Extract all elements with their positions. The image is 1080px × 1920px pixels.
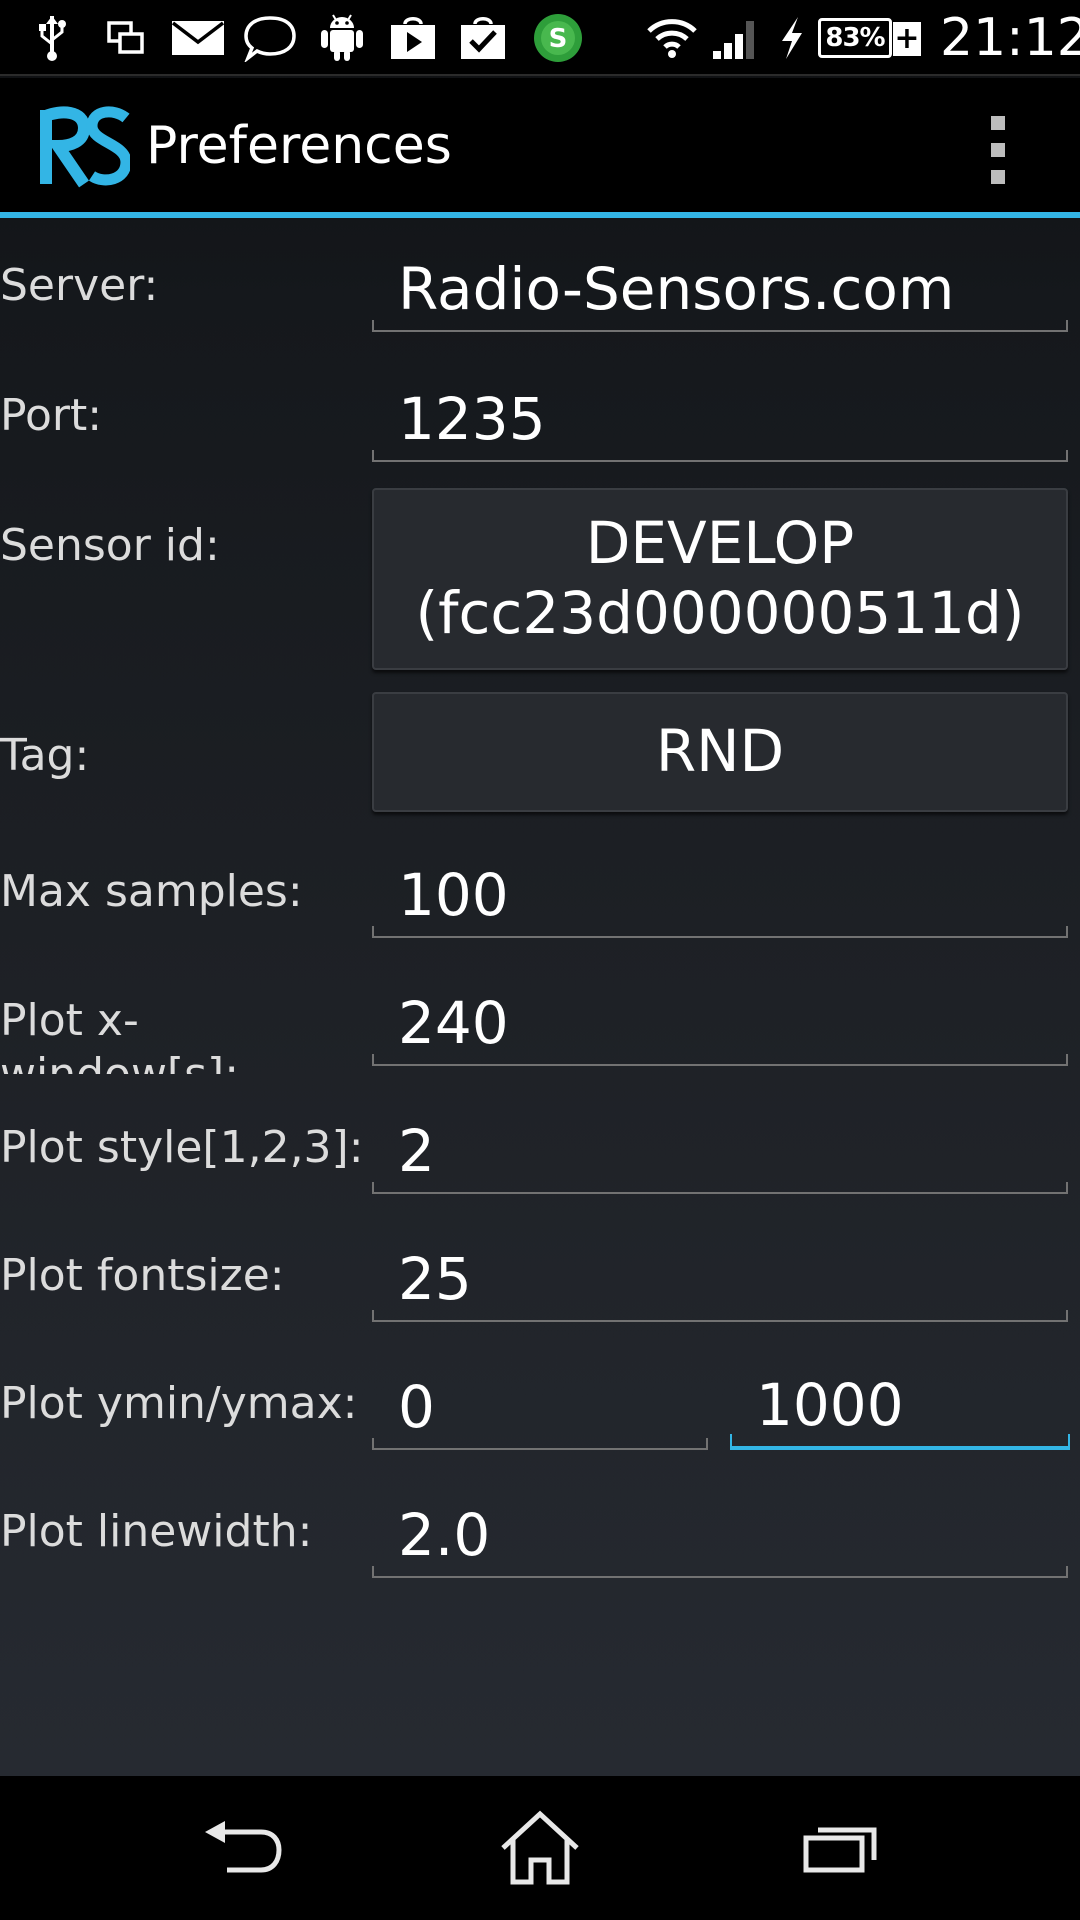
tag-value: RND — [655, 717, 785, 786]
overflow-dot — [991, 170, 1005, 184]
home-icon — [501, 1810, 579, 1885]
sensor-id-button[interactable]: DEVELOP (fcc23d000000511d) — [372, 488, 1068, 670]
action-bar-divider — [0, 212, 1080, 218]
plot-ymin-value: 0 — [398, 1373, 435, 1442]
plot-x-window-input[interactable]: 240 — [372, 984, 1068, 1066]
green-s-app-icon: S — [530, 12, 586, 64]
plot-ymin-ymax-label: Plot ymin/ymax: — [0, 1378, 358, 1429]
navigation-bar — [0, 1776, 1080, 1920]
tag-label: Tag: — [0, 730, 90, 781]
plot-fontsize-value: 25 — [398, 1245, 472, 1314]
action-bar: Preferences — [0, 78, 1080, 214]
port-value: 1235 — [398, 385, 546, 454]
plot-fontsize-label: Plot fontsize: — [0, 1250, 285, 1301]
play-store-icon — [388, 12, 438, 64]
plot-linewidth-label: Plot linewidth: — [0, 1506, 313, 1557]
battery-icon: 83% — [818, 18, 892, 58]
plot-style-input[interactable]: 2 — [372, 1112, 1068, 1194]
plot-linewidth-value: 2.0 — [398, 1501, 491, 1570]
max-samples-label: Max samples: — [0, 866, 303, 917]
overflow-dot — [991, 143, 1005, 157]
task-check-icon — [458, 12, 508, 64]
back-icon — [205, 1821, 282, 1873]
usb-icon — [34, 12, 70, 64]
overflow-menu-button[interactable] — [978, 114, 1018, 186]
max-samples-input[interactable]: 100 — [372, 856, 1068, 938]
recent-apps-button[interactable] — [792, 1806, 888, 1890]
port-input[interactable]: 1235 — [372, 380, 1068, 462]
sensor-id-label: Sensor id: — [0, 520, 220, 571]
plot-ymin-input[interactable]: 0 — [372, 1368, 708, 1450]
sensor-id-address: (fcc23d000000511d) — [415, 579, 1025, 647]
page-title: Preferences — [146, 116, 452, 176]
server-value: Radio-Sensors.com — [398, 255, 955, 324]
email-icon — [170, 12, 226, 64]
recent-apps-icon — [803, 1827, 877, 1873]
plot-x-window-value: 240 — [398, 989, 509, 1058]
tag-button[interactable]: RND — [372, 692, 1068, 812]
svg-text:S: S — [549, 24, 568, 54]
screen-mirror-icon — [104, 12, 148, 64]
overflow-menu-icon — [991, 116, 1005, 130]
back-button[interactable] — [194, 1806, 290, 1890]
app-logo[interactable] — [40, 104, 132, 190]
home-button[interactable] — [492, 1806, 588, 1890]
charging-bolt-icon — [776, 12, 808, 64]
plot-style-value: 2 — [398, 1117, 435, 1186]
plot-x-window-label: Plot x-window[s]: — [0, 995, 239, 1074]
plot-fontsize-input[interactable]: 25 — [372, 1240, 1068, 1322]
chat-bubble-icon — [242, 12, 298, 64]
max-samples-value: 100 — [398, 861, 509, 930]
server-label: Server: — [0, 260, 159, 311]
plot-ymax-input[interactable]: 1000 — [730, 1368, 1070, 1450]
android-icon — [318, 12, 366, 64]
clock: 21:12 — [940, 8, 1080, 68]
port-label: Port: — [0, 390, 103, 441]
status-bar: S 83% + 21:12 — [0, 0, 1080, 76]
server-input[interactable]: Radio-Sensors.com — [372, 250, 1068, 332]
plot-style-label: Plot style[1,2,3]: — [0, 1122, 364, 1173]
plot-ymax-value: 1000 — [756, 1371, 904, 1440]
battery-percent: 83% — [825, 23, 885, 53]
sensor-id-name: DEVELOP — [585, 509, 855, 578]
battery-plus-icon: + — [893, 21, 921, 56]
cell-signal-icon — [710, 12, 760, 64]
wifi-icon — [644, 12, 700, 64]
plot-linewidth-input[interactable]: 2.0 — [372, 1496, 1068, 1578]
